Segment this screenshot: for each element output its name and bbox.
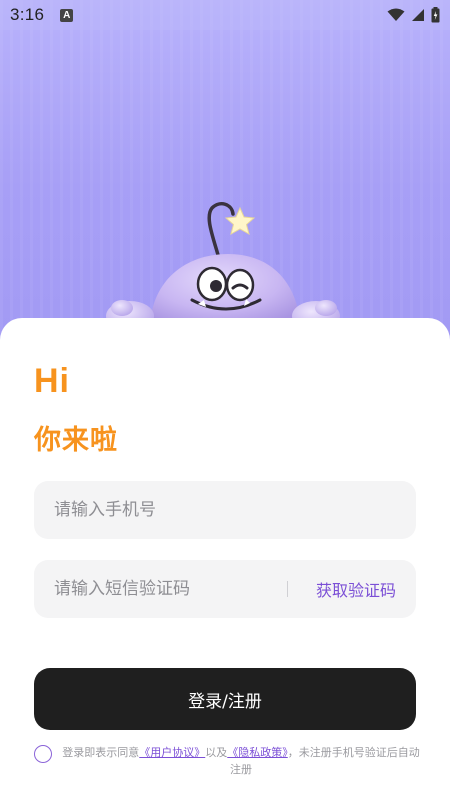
verification-code-input[interactable]	[54, 579, 287, 599]
greeting-subtitle: 你来啦	[34, 425, 118, 456]
login-register-button[interactable]: 登录/注册	[34, 668, 416, 730]
notification-icon: A	[60, 8, 74, 22]
get-code-button[interactable]: 获取验证码	[316, 577, 396, 601]
agreement-connector: 以及	[205, 746, 228, 759]
verification-code-field[interactable]: 获取验证码	[34, 560, 416, 618]
status-time: 3:16	[10, 5, 45, 24]
agreement-prefix: 登录即表示同意	[62, 746, 140, 759]
agreement-row: 登录即表示同意《用户协议》以及《隐私政策》，未注册手机号验证后自动注册	[34, 744, 424, 778]
status-bar: 3:16 A	[0, 0, 450, 30]
field-divider	[286, 581, 288, 597]
agreement-text: 登录即表示同意《用户协议》以及《隐私政策》，未注册手机号验证后自动注册	[58, 744, 424, 778]
privacy-policy-link[interactable]: 《隐私政策》	[227, 746, 288, 759]
status-icons	[387, 7, 440, 23]
greeting-title: Hi	[34, 362, 70, 400]
user-agreement-link[interactable]: 《用户协议》	[139, 746, 205, 759]
phone-input[interactable]	[54, 500, 396, 520]
signal-icon	[412, 9, 424, 21]
agreement-checkbox[interactable]	[34, 745, 52, 763]
phone-field[interactable]	[34, 481, 416, 539]
wifi-icon	[387, 8, 405, 21]
battery-icon	[431, 7, 440, 23]
